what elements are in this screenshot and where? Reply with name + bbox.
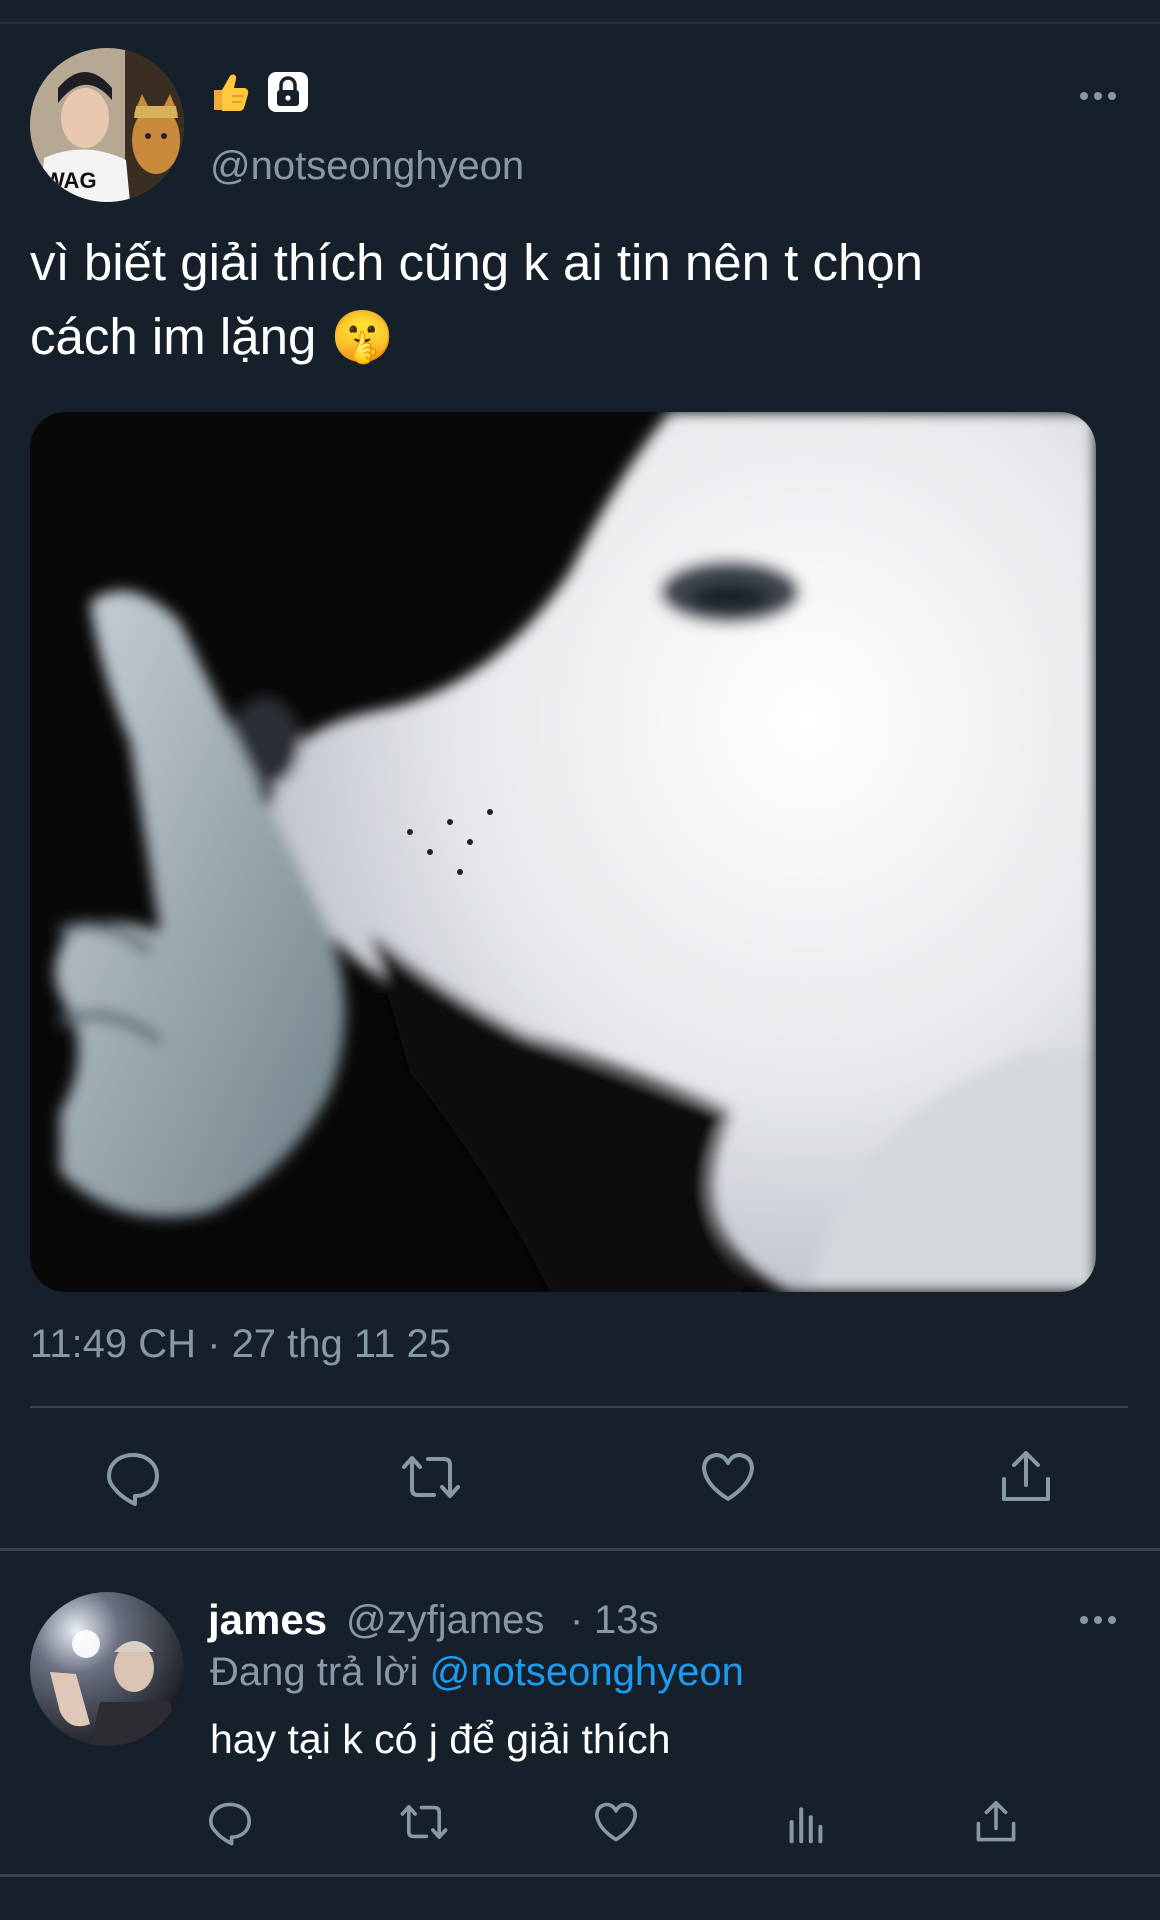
reply-like-icon[interactable] — [586, 1792, 646, 1852]
tweet-text: vì biết giải thích cũng k ai tin nên t c… — [30, 226, 1120, 374]
reply-share-icon[interactable] — [966, 1792, 1026, 1852]
tweet-text-line-2: cách im lặng 🤫 — [30, 308, 394, 365]
author-avatar[interactable]: WAG — [30, 48, 184, 202]
tweet-text-line-1: vì biết giải thích cũng k ai tin nên t c… — [30, 234, 924, 291]
reply-meta-separator: · — [570, 1598, 584, 1642]
replying-prefix: Đang trả lời — [210, 1650, 419, 1694]
reply-text: hay tại k có j để giải thích — [210, 1716, 671, 1762]
replying-to-mention[interactable]: @notseonghyeon — [430, 1650, 744, 1694]
reply-more-options-icon[interactable] — [1068, 1600, 1128, 1640]
tweet-timestamp[interactable]: 11:49 CH · 27 thg 11 25 — [30, 1322, 451, 1367]
top-divider — [0, 22, 1160, 24]
bottom-divider — [0, 1874, 1160, 1877]
author-name[interactable] — [208, 70, 310, 119]
reply-analytics-icon[interactable] — [776, 1792, 836, 1852]
reply-author-handle[interactable]: @zyfjames — [346, 1598, 544, 1643]
reply-author-name[interactable]: james — [208, 1596, 327, 1644]
reply-retweet-icon[interactable] — [394, 1792, 454, 1852]
reply-time[interactable]: 13s — [594, 1598, 659, 1643]
avatar-shirt-text: WAG — [44, 168, 97, 193]
lock-icon — [266, 70, 310, 119]
thumbs-up-icon — [208, 70, 252, 119]
retweet-icon[interactable] — [396, 1442, 466, 1512]
tweet-separator — [0, 1548, 1160, 1551]
timestamp-divider — [30, 1406, 1128, 1408]
reply-avatar[interactable] — [30, 1592, 184, 1746]
author-handle[interactable]: @notseonghyeon — [210, 144, 524, 189]
like-icon[interactable] — [693, 1442, 763, 1512]
more-options-icon[interactable] — [1068, 76, 1128, 116]
replying-to: Đang trả lời @notseonghyeon — [210, 1650, 744, 1695]
reply-icon[interactable] — [98, 1442, 168, 1512]
share-icon[interactable] — [991, 1442, 1061, 1512]
tweet-image[interactable] — [30, 412, 1096, 1292]
reply-reply-icon[interactable] — [200, 1792, 260, 1852]
